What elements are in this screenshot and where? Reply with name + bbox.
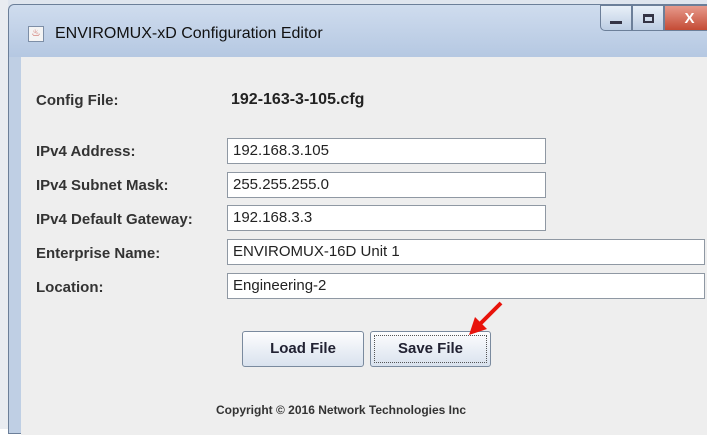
ipv4-address-label: IPv4 Address: <box>36 143 136 160</box>
editor-panel: Config File: 192-163-3-105.cfg IPv4 Addr… <box>21 57 707 435</box>
java-app-icon: ♨ <box>28 26 44 42</box>
subnet-mask-input[interactable]: 255.255.255.0 <box>227 172 546 198</box>
config-file-label: Config File: <box>36 92 119 109</box>
title-bar[interactable]: ♨ ENVIROMUX-xD Configuration Editor X <box>9 5 707 57</box>
default-gateway-label: IPv4 Default Gateway: <box>36 211 193 228</box>
enterprise-name-label: Enterprise Name: <box>36 245 161 262</box>
subnet-mask-label: IPv4 Subnet Mask: <box>36 177 169 194</box>
minimize-button[interactable] <box>600 5 632 31</box>
config-editor-window: ♨ ENVIROMUX-xD Configuration Editor X Co… <box>8 4 707 435</box>
maximize-button[interactable] <box>632 5 664 31</box>
location-label: Location: <box>36 279 104 296</box>
maximize-icon <box>642 13 654 23</box>
desktop-background-left <box>0 0 8 429</box>
location-input[interactable]: Engineering-2 <box>227 273 705 299</box>
close-icon: X <box>684 9 695 27</box>
default-gateway-input[interactable]: 192.168.3.3 <box>227 205 546 231</box>
enterprise-name-input[interactable]: ENVIROMUX-16D Unit 1 <box>227 239 705 265</box>
red-arrow-annotation <box>469 301 503 335</box>
window-controls: X <box>600 5 707 33</box>
minimize-icon <box>610 20 622 24</box>
copyright-text: Copyright © 2016 Network Technologies In… <box>216 403 467 417</box>
config-file-value: 192-163-3-105.cfg <box>231 91 365 108</box>
ipv4-address-input[interactable]: 192.168.3.105 <box>227 138 546 164</box>
load-file-button[interactable]: Load File <box>242 331 364 367</box>
window-title: ENVIROMUX-xD Configuration Editor <box>55 25 323 42</box>
close-button[interactable]: X <box>664 5 707 31</box>
